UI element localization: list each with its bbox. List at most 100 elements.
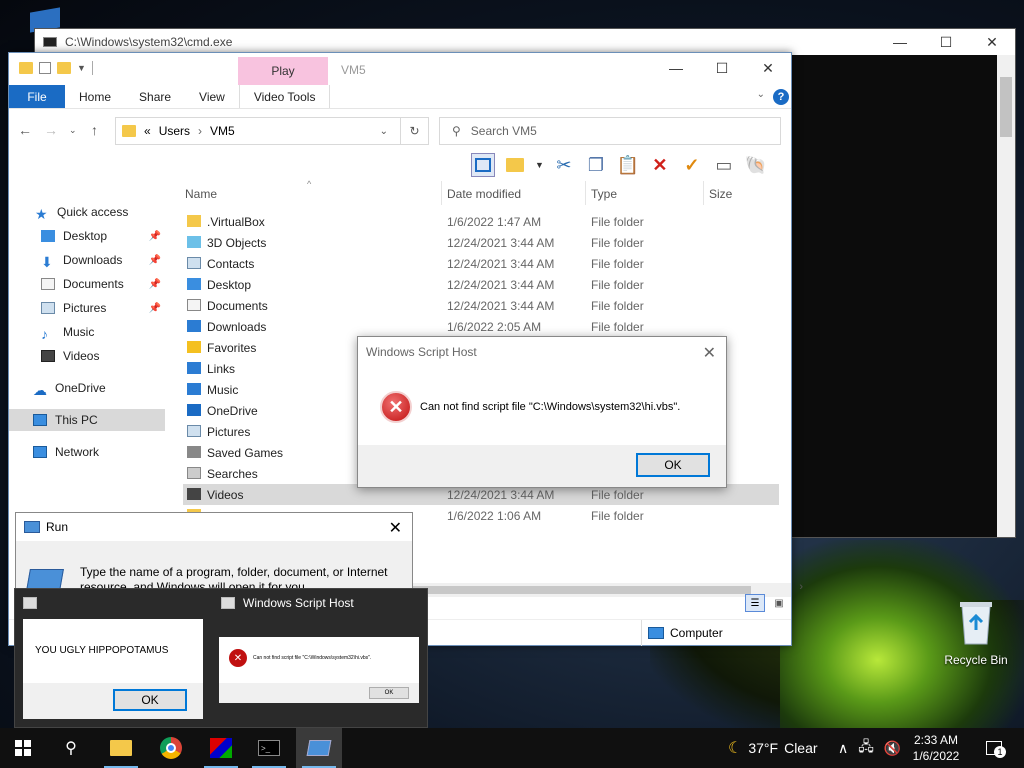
ok-button[interactable]: OK [636, 453, 710, 477]
tab-share[interactable]: Share [125, 85, 185, 108]
copy-icon[interactable]: ❐ [584, 153, 608, 177]
pin-icon: 📌 [148, 302, 161, 314]
nav-network[interactable]: Network [9, 441, 165, 463]
taskbar-chrome[interactable] [148, 728, 194, 768]
weather-widget[interactable]: ☾ 37°F Clear [728, 728, 818, 768]
up-button[interactable]: ↑ [87, 122, 103, 138]
minimize-button[interactable]: — [877, 29, 923, 55]
options-dropdown-icon[interactable]: ▼ [535, 160, 544, 170]
star-icon: ★ [35, 206, 48, 222]
tab-file[interactable]: File [9, 85, 65, 108]
preview-pane-icon[interactable] [471, 153, 495, 177]
taskbar-explorer[interactable] [98, 728, 144, 768]
details-view-icon[interactable]: ☰ [745, 594, 765, 612]
row-date: 1/6/2022 2:05 AM [447, 320, 542, 334]
mini-wsh-box[interactable]: ✕ Can not find script file "C:\Windows\s… [219, 637, 419, 703]
checkmark-icon[interactable]: ✓ [680, 153, 704, 177]
taskbar-app[interactable] [198, 728, 244, 768]
folder-options-icon[interactable] [503, 153, 527, 177]
forward-button[interactable]: → [43, 122, 59, 138]
minimize-button[interactable]: — [653, 53, 699, 83]
address-bar[interactable]: « Users › VM5 ⌄ ↻ [115, 117, 429, 145]
wsh-error-dialog[interactable]: Windows Script Host ✕ ✕ Can not find scr… [357, 336, 727, 488]
dialog-footer: OK [358, 445, 726, 487]
column-size[interactable]: Size [709, 187, 732, 201]
run-titlebar[interactable]: Run ✕ [16, 513, 412, 541]
column-type[interactable]: Type [591, 187, 617, 201]
run-title: Run [46, 520, 69, 534]
nav-videos[interactable]: Videos [9, 345, 165, 367]
properties-icon[interactable] [39, 62, 51, 74]
breadcrumb-vm5[interactable]: VM5 [210, 124, 235, 138]
dialog-close-button[interactable]: ✕ [703, 343, 716, 363]
breadcrumb-users[interactable]: Users [159, 124, 190, 138]
quick-access-toolbar: ▼ [19, 61, 93, 75]
app-icon [210, 738, 232, 758]
nav-music[interactable]: ♪ Music [9, 321, 165, 343]
nav-desktop[interactable]: Desktop 📌 [9, 225, 165, 247]
table-row[interactable]: .VirtualBox 1/6/2022 1:47 AM File folder [183, 211, 779, 232]
maximize-button[interactable]: ☐ [923, 29, 969, 55]
hippo-ok-button[interactable]: OK [113, 689, 187, 711]
taskbar-thumbnail-preview[interactable]: Windows Script Host YOU UGLY HIPPOPOTAMU… [14, 588, 428, 728]
qat-dropdown-icon[interactable]: ▼ [77, 63, 86, 73]
cut-icon[interactable]: ✂ [552, 153, 576, 177]
cmd-scroll-thumb[interactable] [1000, 77, 1012, 137]
paste-icon[interactable]: 📋 [616, 153, 640, 177]
clock[interactable]: 2:33 AM 1/6/2022 [904, 728, 968, 768]
nav-quick-access[interactable]: ★ Quick access [9, 201, 165, 223]
new-folder-icon[interactable] [57, 62, 71, 74]
nav-documents[interactable]: Documents 📌 [9, 273, 165, 295]
play-contextual-tab[interactable]: Play [238, 57, 328, 85]
hippo-message-box[interactable]: YOU UGLY HIPPOPOTAMUS OK [23, 619, 203, 719]
network-icon[interactable]: 🖧 [858, 736, 874, 760]
pin-icon: 📌 [148, 230, 161, 242]
recent-locations-icon[interactable]: ⌄ [69, 125, 77, 136]
show-hidden-icons[interactable]: ∧ [838, 740, 848, 757]
row-date: 12/24/2021 3:44 AM [447, 488, 555, 502]
address-dropdown-icon[interactable]: ⌄ [380, 126, 388, 137]
address-overflow[interactable]: « [144, 124, 151, 138]
large-icons-view-icon[interactable]: ▣ [769, 594, 789, 612]
shell-icon[interactable]: 🐚 [744, 153, 768, 177]
nav-pictures[interactable]: Pictures 📌 [9, 297, 165, 319]
table-row[interactable]: 3D Objects 12/24/2021 3:44 AM File folde… [183, 232, 779, 253]
mini-ok-button[interactable]: OK [369, 687, 409, 699]
explorer-titlebar[interactable]: ▼ Play VM5 — ☐ ✕ [9, 53, 791, 85]
scroll-right-icon[interactable]: › [799, 581, 803, 593]
table-row[interactable]: Desktop 12/24/2021 3:44 AM File folder [183, 274, 779, 295]
tab-video-tools[interactable]: Video Tools [238, 85, 331, 108]
table-row[interactable]: Documents 12/24/2021 3:44 AM File folder [183, 295, 779, 316]
nav-downloads[interactable]: ⬇ Downloads 📌 [9, 249, 165, 271]
back-button[interactable]: ← [17, 122, 33, 138]
column-name[interactable]: Name [185, 187, 217, 201]
row-name: Searches [207, 467, 258, 481]
nav-onedrive[interactable]: ☁ OneDrive [9, 377, 165, 399]
nav-this-pc[interactable]: This PC [9, 409, 165, 431]
refresh-button[interactable]: ↻ [400, 118, 428, 144]
search-box[interactable]: ⚲ Search VM5 [439, 117, 781, 145]
column-date[interactable]: Date modified [447, 187, 521, 201]
run-close-button[interactable]: ✕ [389, 518, 402, 538]
taskbar-wsh[interactable] [296, 728, 342, 768]
table-row[interactable]: Contacts 12/24/2021 3:44 AM File folder [183, 253, 779, 274]
tab-home[interactable]: Home [65, 85, 125, 108]
search-button[interactable]: ⚲ [48, 728, 94, 768]
delete-icon[interactable]: ✕ [648, 153, 672, 177]
taskbar-cmd[interactable]: >_ [246, 728, 292, 768]
recycle-bin-desktop-icon[interactable]: Recycle Bin [944, 598, 1008, 667]
help-icon[interactable]: ? [773, 89, 789, 105]
rename-icon[interactable]: ▭ [712, 153, 736, 177]
maximize-button[interactable]: ☐ [699, 53, 745, 83]
row-type: File folder [591, 278, 644, 292]
start-button[interactable] [0, 728, 46, 768]
table-row[interactable]: Downloads 1/6/2022 2:05 AM File folder [183, 316, 779, 337]
tab-view[interactable]: View [185, 85, 239, 108]
action-center-button[interactable]: 1 [982, 728, 1006, 768]
windows-logo-icon [15, 740, 31, 756]
volume-muted-icon[interactable]: 🔇 [884, 740, 901, 757]
close-button[interactable]: ✕ [745, 53, 791, 83]
cmd-scrollbar[interactable] [997, 55, 1015, 537]
close-button[interactable]: ✕ [969, 29, 1015, 55]
expand-ribbon-icon[interactable]: ⌄ [757, 89, 765, 100]
